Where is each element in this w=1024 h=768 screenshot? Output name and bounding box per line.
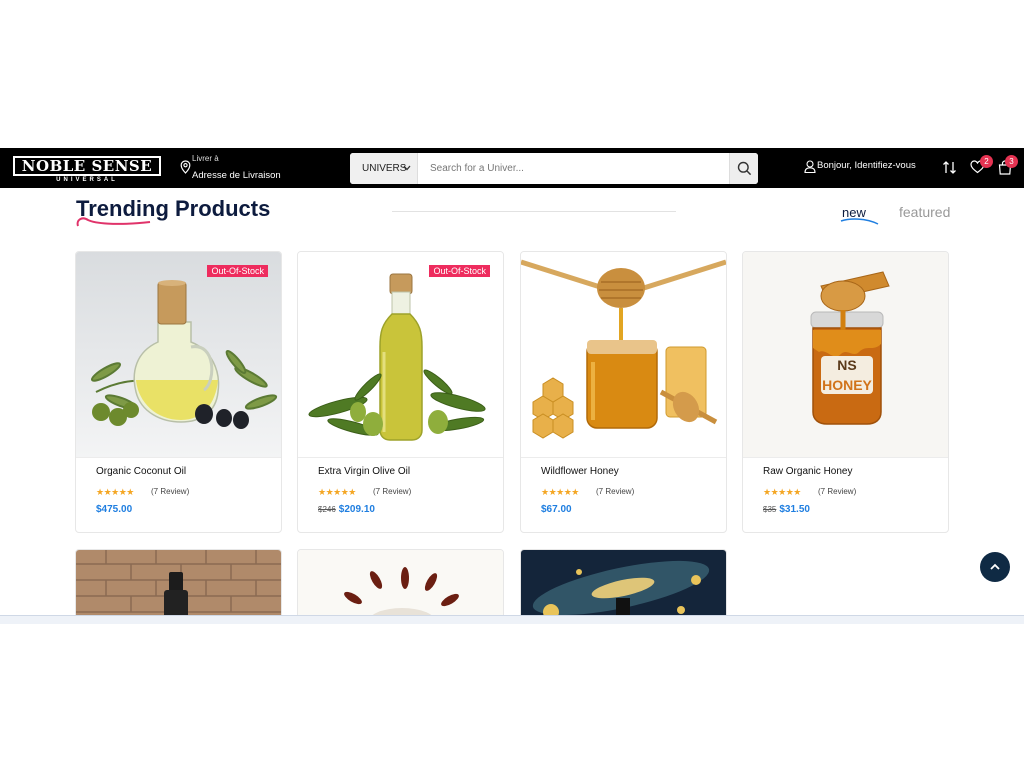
product-card[interactable]: NS HONEY Raw Organic Honey ★★★★★ (7 Revi… bbox=[742, 251, 949, 533]
search-input[interactable] bbox=[430, 153, 720, 184]
section-divider bbox=[392, 211, 676, 212]
review-count: (7 Review) bbox=[373, 487, 412, 496]
top-navbar: NOBLE SENSE UNIVERSAL Livrer à Adresse d… bbox=[0, 148, 1024, 188]
rating-stars: ★★★★★ bbox=[318, 487, 356, 497]
swap-arrows-icon bbox=[943, 161, 956, 174]
original-price: $246 bbox=[318, 505, 336, 514]
location-pin-icon bbox=[180, 160, 191, 174]
product-price: $246 $209.10 bbox=[318, 504, 375, 515]
out-of-stock-badge: Out-Of-Stock bbox=[429, 265, 490, 277]
tab-active-underline bbox=[840, 218, 879, 225]
search-category-label: UNIVERS bbox=[362, 163, 407, 174]
product-name[interactable]: Organic Coconut Oil bbox=[96, 466, 186, 477]
search-category-select[interactable]: UNIVERS bbox=[350, 153, 418, 184]
section-title: Trending Products bbox=[76, 196, 270, 227]
original-price: $35 bbox=[763, 505, 777, 514]
product-card-partial[interactable] bbox=[75, 549, 282, 621]
review-count: (7 Review) bbox=[596, 487, 635, 496]
rating-stars: ★★★★★ bbox=[541, 487, 579, 497]
product-image[interactable]: NS HONEY bbox=[743, 252, 948, 457]
rating-stars: ★★★★★ bbox=[96, 487, 134, 497]
logo-sub-text: UNIVERSAL bbox=[56, 177, 118, 183]
product-card[interactable]: Out-Of-Stock Extra Virgin Olive Oil ★★★★… bbox=[297, 251, 504, 533]
wishlist-button[interactable]: 2 bbox=[970, 155, 993, 179]
wishlist-count-badge: 2 bbox=[980, 155, 993, 168]
deliver-address-text: Adresse de Livraison bbox=[192, 170, 281, 181]
tab-featured-label: featured bbox=[899, 204, 951, 220]
product-name[interactable]: Wildflower Honey bbox=[541, 466, 619, 477]
product-price-value: $31.50 bbox=[779, 504, 810, 515]
page-fold-edge bbox=[0, 615, 1024, 624]
product-image-partial[interactable] bbox=[76, 550, 281, 620]
product-card-partial[interactable] bbox=[520, 549, 727, 621]
signin-label: Bonjour, Identifiez-vous bbox=[817, 160, 916, 171]
product-price-value: $67.00 bbox=[541, 504, 572, 515]
product-price: $35 $31.50 bbox=[763, 504, 810, 515]
review-count: (7 Review) bbox=[818, 487, 857, 496]
product-image[interactable]: Out-Of-Stock bbox=[298, 252, 503, 457]
product-card[interactable]: Out-Of-Stock Organic Coconut Oil ★★★★★ (… bbox=[75, 251, 282, 533]
scroll-to-top-button[interactable] bbox=[980, 552, 1010, 582]
search-icon bbox=[737, 161, 752, 176]
cart-count-badge: 3 bbox=[1005, 155, 1018, 168]
product-image[interactable]: Out-Of-Stock bbox=[76, 252, 281, 457]
product-name[interactable]: Raw Organic Honey bbox=[763, 466, 852, 477]
product-price-value: $475.00 bbox=[96, 504, 133, 515]
compare-button[interactable] bbox=[942, 160, 957, 180]
account-signin-link[interactable]: Bonjour, Identifiez-vous bbox=[804, 160, 916, 173]
title-underline-swoosh bbox=[76, 217, 151, 227]
cart-button[interactable]: 3 bbox=[998, 155, 1018, 180]
honey-jar-logo: NS bbox=[837, 357, 856, 373]
search-button[interactable] bbox=[729, 153, 758, 184]
search-bar: UNIVERS bbox=[350, 153, 758, 184]
deliver-label: Livrer à bbox=[192, 154, 219, 163]
out-of-stock-badge: Out-Of-Stock bbox=[207, 265, 268, 277]
card-divider bbox=[743, 457, 948, 458]
user-icon bbox=[804, 160, 816, 173]
product-price: $67.00 bbox=[541, 504, 572, 515]
product-price: $475.00 bbox=[96, 504, 132, 515]
card-divider bbox=[76, 457, 281, 458]
tab-featured[interactable]: featured bbox=[899, 204, 950, 220]
product-name[interactable]: Extra Virgin Olive Oil bbox=[318, 466, 410, 477]
product-price-value: $209.10 bbox=[338, 504, 375, 515]
product-card[interactable]: Wildflower Honey ★★★★★ (7 Review) $67.00 bbox=[520, 251, 727, 533]
logo-main-text: NOBLE SENSE bbox=[13, 156, 161, 176]
chevron-down-icon bbox=[403, 165, 411, 171]
product-image-partial[interactable] bbox=[521, 550, 726, 620]
rating-stars: ★★★★★ bbox=[763, 487, 801, 497]
review-count: (7 Review) bbox=[151, 487, 190, 496]
product-image[interactable] bbox=[521, 252, 726, 457]
site-logo[interactable]: NOBLE SENSE UNIVERSAL bbox=[13, 156, 161, 183]
tab-new[interactable]: new bbox=[840, 205, 879, 225]
product-image-partial[interactable] bbox=[298, 550, 503, 620]
product-card-partial[interactable] bbox=[297, 549, 504, 621]
chevron-up-icon bbox=[990, 563, 1000, 570]
card-divider bbox=[521, 457, 726, 458]
card-divider bbox=[298, 457, 503, 458]
honey-jar-label: HONEY bbox=[822, 377, 872, 393]
